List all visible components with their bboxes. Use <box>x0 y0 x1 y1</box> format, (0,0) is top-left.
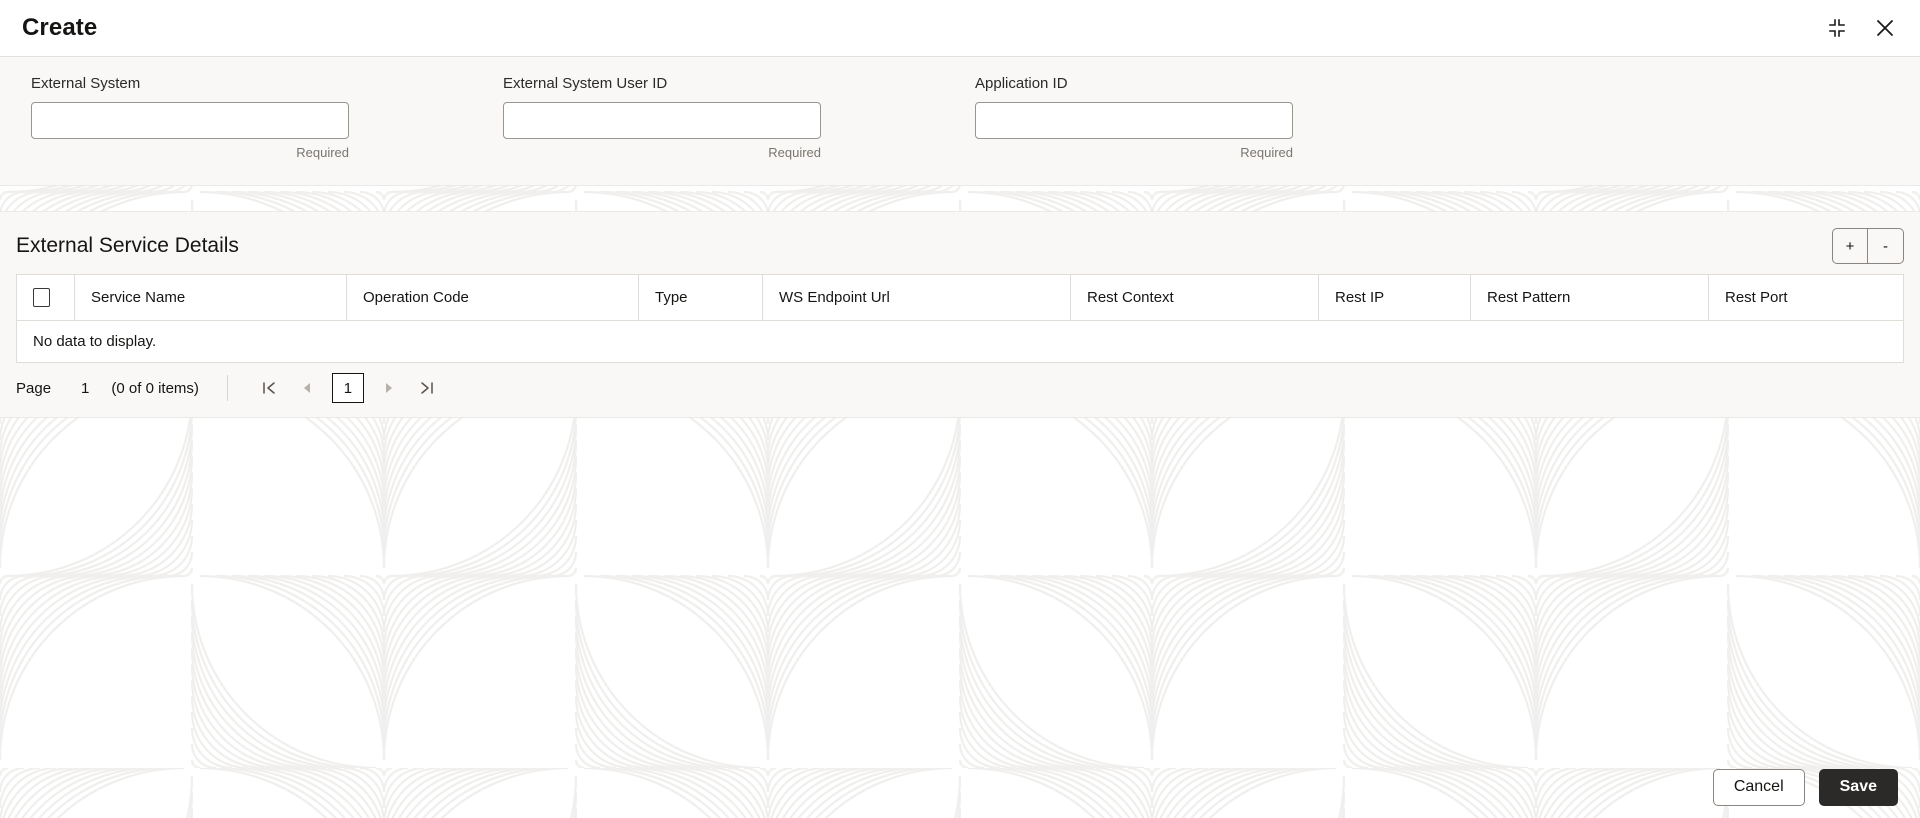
column-header-ws-endpoint-url[interactable]: WS Endpoint Url <box>762 274 1071 321</box>
last-page-icon[interactable] <box>408 373 446 403</box>
column-header-operation-code[interactable]: Operation Code <box>346 274 639 321</box>
titlebar-actions <box>1824 15 1898 41</box>
dialog-titlebar: Create <box>0 0 1920 57</box>
column-header-service-name[interactable]: Service Name <box>74 274 347 321</box>
external-service-details-panel: External Service Details + - Service Nam… <box>0 211 1920 418</box>
field-label-application-id: Application ID <box>975 75 1068 92</box>
field-external-system: External System Required <box>16 75 488 161</box>
empty-state-row: No data to display. <box>16 320 1904 363</box>
page-title: Create <box>22 14 98 41</box>
details-table-wrapper: Service Name Operation Code Type WS Endp… <box>0 274 1920 363</box>
column-header-rest-ip[interactable]: Rest IP <box>1318 274 1471 321</box>
field-label-external-system: External System <box>31 75 141 92</box>
add-row-button[interactable]: + <box>1832 228 1868 264</box>
next-page-icon[interactable] <box>370 373 408 403</box>
pagination-divider <box>226 375 228 401</box>
row-action-buttons: + - <box>1832 228 1904 264</box>
pagination-page-number: 1 <box>81 379 90 397</box>
details-title: External Service Details <box>16 234 239 257</box>
first-page-icon[interactable] <box>250 373 288 403</box>
field-hint-external-system: Required <box>296 145 349 160</box>
column-header-type[interactable]: Type <box>638 274 763 321</box>
field-hint-application-id: Required <box>1240 145 1293 160</box>
external-system-user-id-input[interactable] <box>503 102 821 139</box>
external-service-details-table: Service Name Operation Code Type WS Endp… <box>16 274 1904 363</box>
dialog-footer: Cancel Save <box>0 756 1920 818</box>
external-system-input[interactable] <box>31 102 349 139</box>
create-form-panel: External System Required External System… <box>0 57 1920 186</box>
select-all-header <box>16 274 75 321</box>
create-dialog: Create External System Required External… <box>0 0 1920 818</box>
pagination-controls: 1 <box>250 373 446 403</box>
collapse-icon[interactable] <box>1824 15 1850 41</box>
pagination-page-label: Page <box>16 379 52 397</box>
table-pagination: Page 1 (0 of 0 items) 1 <box>0 363 1920 405</box>
field-hint-external-system-user-id: Required <box>768 145 821 160</box>
table-header-row: Service Name Operation Code Type WS Endp… <box>16 274 1904 321</box>
field-external-system-user-id: External System User ID Required <box>488 75 960 161</box>
save-button[interactable]: Save <box>1818 768 1898 806</box>
column-header-rest-pattern[interactable]: Rest Pattern <box>1470 274 1709 321</box>
pagination-current-page[interactable]: 1 <box>331 373 364 403</box>
application-id-input[interactable] <box>975 102 1293 139</box>
table-body: No data to display. <box>16 320 1904 363</box>
pagination-items-count: (0 of 0 items) <box>111 379 199 397</box>
select-all-checkbox[interactable] <box>33 288 50 307</box>
field-label-external-system-user-id: External System User ID <box>503 75 668 92</box>
previous-page-icon[interactable] <box>288 373 326 403</box>
cancel-button[interactable]: Cancel <box>1712 768 1805 806</box>
column-header-rest-port[interactable]: Rest Port <box>1708 274 1904 321</box>
form-field-row: External System Required External System… <box>16 75 1904 161</box>
field-application-id: Application ID Required <box>960 75 1432 161</box>
close-icon[interactable] <box>1872 15 1898 41</box>
column-header-rest-context[interactable]: Rest Context <box>1070 274 1319 321</box>
details-header: External Service Details + - <box>0 212 1920 274</box>
remove-row-button[interactable]: - <box>1868 228 1904 264</box>
empty-state-message: No data to display. <box>16 320 1904 363</box>
